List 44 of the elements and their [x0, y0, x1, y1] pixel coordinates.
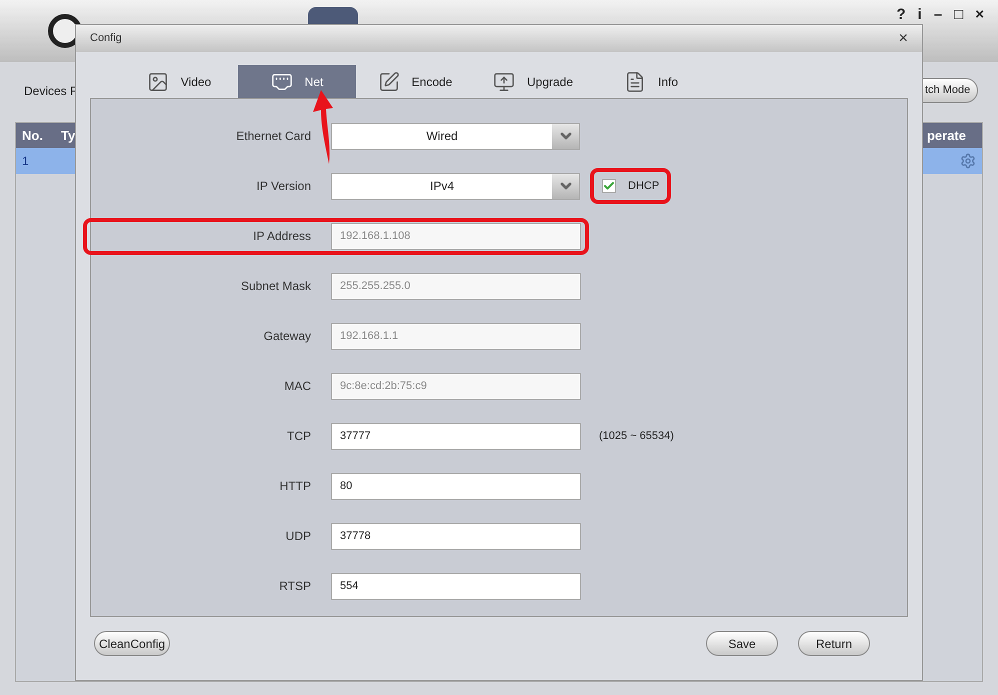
field-label: MAC	[284, 378, 311, 395]
window-control[interactable]: □	[954, 4, 964, 26]
dropdown[interactable]: Wired	[331, 122, 580, 150]
window-control[interactable]: ×	[975, 4, 984, 26]
input-field[interactable]: 37778	[331, 522, 581, 550]
column-header: No.	[21, 126, 44, 145]
field-label: IP Address	[253, 228, 311, 245]
input-field[interactable]: 554	[331, 572, 581, 600]
table-cell-text: 1	[21, 153, 29, 170]
monitor-upload-icon	[492, 70, 515, 92]
chevron-down-icon	[552, 124, 579, 148]
checkbox[interactable]	[602, 179, 616, 193]
dialog-title: Config	[90, 31, 122, 46]
gear-icon[interactable]	[960, 153, 976, 169]
column-header: perate	[926, 126, 967, 145]
tab[interactable]: Net	[238, 65, 356, 98]
picture-icon	[146, 70, 169, 92]
input-field[interactable]: 80	[331, 472, 581, 500]
field-label: RTSP	[279, 578, 311, 595]
tab[interactable]: Info	[592, 65, 710, 98]
field-label: Subnet Mask	[240, 278, 311, 295]
field-label: IP Version	[256, 178, 311, 195]
window-control[interactable]: i	[918, 4, 922, 26]
tab[interactable]: Upgrade	[474, 65, 592, 98]
clean-config-button[interactable]: CleanConfig	[94, 631, 170, 656]
field-label: TCP	[287, 428, 311, 445]
input-field[interactable]: 37777	[331, 422, 581, 450]
field-label: HTTP	[280, 478, 311, 495]
dialog-button[interactable]: Save	[706, 631, 778, 656]
pen-square-icon	[378, 70, 400, 92]
window-control[interactable]: ?	[896, 4, 906, 26]
chevron-down-icon	[552, 174, 579, 198]
range-hint: (1025 ~ 65534)	[599, 428, 674, 444]
window-control[interactable]: –	[934, 4, 942, 26]
close-button[interactable]: ×	[898, 26, 908, 50]
column-header: Ty	[60, 126, 76, 145]
dropdown[interactable]: IPv4	[331, 172, 580, 200]
dialog-button[interactable]: Return	[798, 631, 870, 656]
checkbox-label: DHCP	[628, 178, 660, 194]
tab[interactable]: Video	[120, 65, 238, 98]
field-label: Ethernet Card	[236, 128, 311, 145]
tab[interactable]: Encode	[356, 65, 474, 98]
field-label: UDP	[286, 528, 311, 545]
field-label: Gateway	[264, 328, 311, 345]
